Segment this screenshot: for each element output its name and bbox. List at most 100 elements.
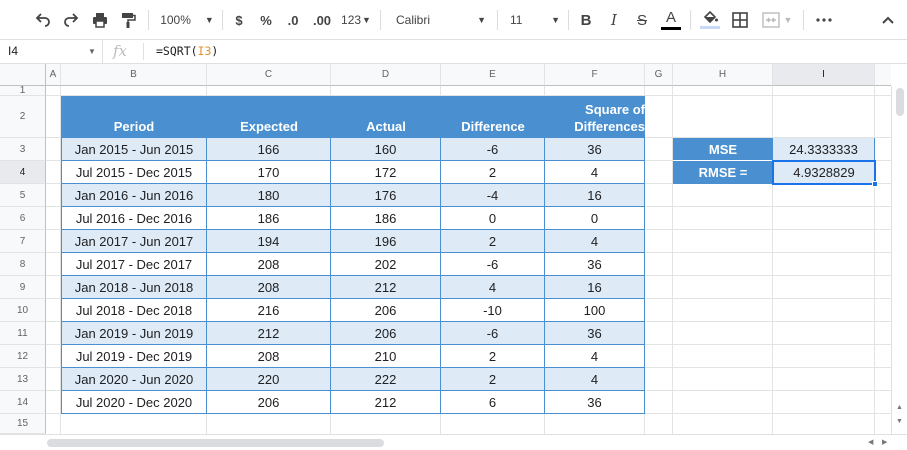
column-header-f[interactable]: F	[545, 64, 645, 86]
row-header-11[interactable]: 11	[0, 322, 46, 345]
table-cell[interactable]: 172	[331, 161, 441, 184]
row-header-15[interactable]: 15	[0, 414, 46, 434]
horizontal-scrollbar[interactable]: ◀ ▶	[0, 434, 907, 450]
table-cell[interactable]: 206	[331, 299, 441, 322]
scroll-right-icon[interactable]: ▶	[882, 438, 887, 446]
table-cell[interactable]: 4	[545, 230, 645, 253]
table-cell[interactable]: 212	[207, 322, 331, 345]
scroll-up-icon[interactable]: ▲	[896, 404, 903, 411]
row-header-14[interactable]: 14	[0, 391, 46, 414]
text-color-button[interactable]: A	[659, 6, 683, 34]
table-cell[interactable]: 210	[331, 345, 441, 368]
table-cell[interactable]: 16	[545, 184, 645, 207]
table-cell[interactable]: 100	[545, 299, 645, 322]
table-cell[interactable]: Jul 2018 - Dec 2018	[61, 299, 207, 322]
table-cell[interactable]: 180	[207, 184, 331, 207]
table-cell[interactable]: 196	[331, 230, 441, 253]
table-cell[interactable]: 208	[207, 345, 331, 368]
table-cell[interactable]: Jan 2017 - Jun 2017	[61, 230, 207, 253]
column-header-i[interactable]: I	[773, 64, 875, 86]
scroll-down-icon[interactable]: ▼	[896, 418, 903, 425]
row-header-9[interactable]: 9	[0, 276, 46, 299]
table-cell[interactable]: 216	[207, 299, 331, 322]
collapse-toolbar-icon[interactable]	[876, 6, 900, 34]
row-header-12[interactable]: 12	[0, 345, 46, 368]
table-cell[interactable]: 4	[545, 345, 645, 368]
bold-button[interactable]: B	[575, 6, 597, 34]
more-options-icon[interactable]	[811, 6, 837, 34]
scroll-left-icon[interactable]: ◀	[868, 438, 873, 446]
table-cell[interactable]: 4	[441, 276, 545, 299]
fill-color-button[interactable]	[697, 6, 723, 34]
table-cell[interactable]: Jul 2016 - Dec 2016	[61, 207, 207, 230]
zoom-select[interactable]: 100% ▼	[156, 6, 218, 34]
mse-label[interactable]: MSE	[673, 138, 773, 161]
table-cell[interactable]: 2	[441, 230, 545, 253]
table-cell[interactable]: 208	[207, 253, 331, 276]
table-cell[interactable]: -6	[441, 322, 545, 345]
column-header-b[interactable]: B	[61, 64, 207, 86]
row-header-10[interactable]: 10	[0, 299, 46, 322]
table-cell[interactable]: 170	[207, 161, 331, 184]
row-header-6[interactable]: 6	[0, 207, 46, 230]
header-expected[interactable]: Expected	[207, 96, 331, 138]
percent-format-button[interactable]: %	[257, 6, 275, 34]
formula-input[interactable]: =SQRT(I3)	[156, 40, 218, 63]
table-cell[interactable]: Jul 2020 - Dec 2020	[61, 391, 207, 414]
table-cell[interactable]: 202	[331, 253, 441, 276]
table-cell[interactable]: 166	[207, 138, 331, 161]
column-header-d[interactable]: D	[331, 64, 441, 86]
vertical-scrollbar[interactable]: ▲ ▼	[891, 86, 907, 434]
undo-icon[interactable]	[30, 6, 56, 34]
column-header-c[interactable]: C	[207, 64, 331, 86]
column-header-h[interactable]: H	[673, 64, 773, 86]
redo-icon[interactable]	[58, 6, 84, 34]
fill-handle[interactable]	[872, 181, 878, 187]
table-cell[interactable]: Jan 2020 - Jun 2020	[61, 368, 207, 391]
print-icon[interactable]	[87, 6, 113, 34]
table-cell[interactable]: 2	[441, 368, 545, 391]
row-header-7[interactable]: 7	[0, 230, 46, 253]
currency-format-button[interactable]: $	[230, 6, 248, 34]
vertical-scroll-thumb[interactable]	[896, 88, 904, 116]
table-cell[interactable]: 0	[545, 207, 645, 230]
table-cell[interactable]: 222	[331, 368, 441, 391]
chevron-down-icon[interactable]: ▼	[88, 40, 96, 63]
table-cell[interactable]: 4	[545, 368, 645, 391]
borders-button[interactable]	[728, 6, 752, 34]
header-period[interactable]: Period	[61, 96, 207, 138]
table-cell[interactable]: Jul 2019 - Dec 2019	[61, 345, 207, 368]
strikethrough-button[interactable]: S	[631, 6, 653, 34]
column-header-g[interactable]: G	[645, 64, 673, 86]
table-cell[interactable]: Jan 2016 - Jun 2016	[61, 184, 207, 207]
row-header-13[interactable]: 13	[0, 368, 46, 391]
more-formats-select[interactable]: 123 ▼	[339, 6, 373, 34]
italic-button[interactable]: I	[603, 6, 625, 34]
table-cell[interactable]: 36	[545, 391, 645, 414]
table-cell[interactable]: 6	[441, 391, 545, 414]
decrease-decimal-button[interactable]: .0	[282, 6, 304, 34]
row-header-2[interactable]: 2	[0, 96, 46, 138]
font-size-select[interactable]: 11 ▼	[504, 6, 564, 34]
row-header-8[interactable]: 8	[0, 253, 46, 276]
table-cell[interactable]: 36	[545, 322, 645, 345]
table-cell[interactable]: 2	[441, 345, 545, 368]
row-header-3[interactable]: 3	[0, 138, 46, 161]
table-cell[interactable]: Jan 2018 - Jun 2018	[61, 276, 207, 299]
table-cell[interactable]: Jul 2017 - Dec 2017	[61, 253, 207, 276]
rmse-label[interactable]: RMSE =	[673, 161, 773, 184]
table-cell[interactable]: 186	[207, 207, 331, 230]
table-cell[interactable]: 206	[331, 322, 441, 345]
horizontal-scroll-thumb[interactable]	[47, 439, 384, 447]
font-family-select[interactable]: Calibri ▼	[388, 6, 492, 34]
table-cell[interactable]: -6	[441, 138, 545, 161]
table-cell[interactable]: 176	[331, 184, 441, 207]
paint-format-icon[interactable]	[115, 6, 141, 34]
table-cell[interactable]: Jul 2015 - Dec 2015	[61, 161, 207, 184]
table-cell[interactable]: 212	[331, 391, 441, 414]
table-cell[interactable]: 220	[207, 368, 331, 391]
table-cell[interactable]: 16	[545, 276, 645, 299]
column-header-e[interactable]: E	[441, 64, 545, 86]
header-actual[interactable]: Actual	[331, 96, 441, 138]
header-difference[interactable]: Difference	[441, 96, 545, 138]
